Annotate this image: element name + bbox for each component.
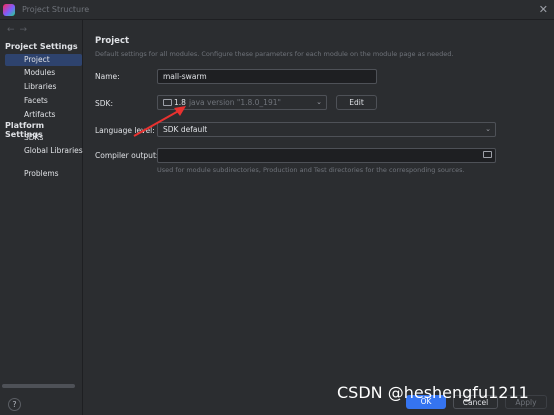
nav-arrows: ←→ [7, 25, 32, 35]
sidebar-item-label: Artifacts [24, 110, 56, 119]
title-bar: Project Structure ✕ [0, 0, 554, 20]
forward-arrow-icon[interactable]: → [20, 25, 33, 35]
sidebar-item-project[interactable]: Project [5, 54, 82, 66]
sidebar-item-label: Project [24, 55, 50, 64]
sidebar-item-sdks[interactable]: SDKs [0, 132, 83, 144]
annotation-arrow [133, 106, 186, 137]
sidebar-scrollbar[interactable] [2, 384, 75, 388]
help-button[interactable]: ? [8, 398, 21, 411]
intellij-logo-icon [3, 4, 15, 16]
sidebar-item-problems[interactable]: Problems [0, 168, 83, 180]
project-settings-heading: Project Settings [5, 42, 78, 51]
main-panel: Project Default settings for all modules… [84, 20, 554, 415]
csdn-watermark: CSDN @heshengfu1211 [337, 383, 529, 402]
close-icon[interactable]: ✕ [539, 3, 548, 16]
sidebar-item-global-libraries[interactable]: Global Libraries [0, 145, 83, 157]
sidebar-item-modules[interactable]: Modules [0, 67, 83, 79]
window-title: Project Structure [22, 5, 90, 14]
browse-folder-icon[interactable] [483, 151, 492, 158]
sidebar-item-libraries[interactable]: Libraries [0, 81, 83, 93]
sidebar-item-artifacts[interactable]: Artifacts [0, 109, 83, 121]
chevron-down-icon: ⌄ [316, 98, 322, 106]
sidebar-item-label: Facets [24, 96, 48, 105]
sidebar-item-label: Modules [24, 68, 56, 77]
sdk-edit-button[interactable]: Edit [336, 95, 377, 110]
back-arrow-icon[interactable]: ← [7, 25, 20, 35]
sidebar-item-label: Global Libraries [24, 146, 83, 155]
sidebar-item-label: Problems [24, 169, 59, 178]
sidebar-item-facets[interactable]: Facets [0, 95, 83, 107]
sidebar-item-label: Libraries [24, 82, 57, 91]
sidebar-item-label: SDKs [24, 133, 44, 142]
chevron-down-icon: ⌄ [485, 125, 491, 133]
sidebar: ←→ Project Settings Project Modules Libr… [0, 20, 83, 415]
